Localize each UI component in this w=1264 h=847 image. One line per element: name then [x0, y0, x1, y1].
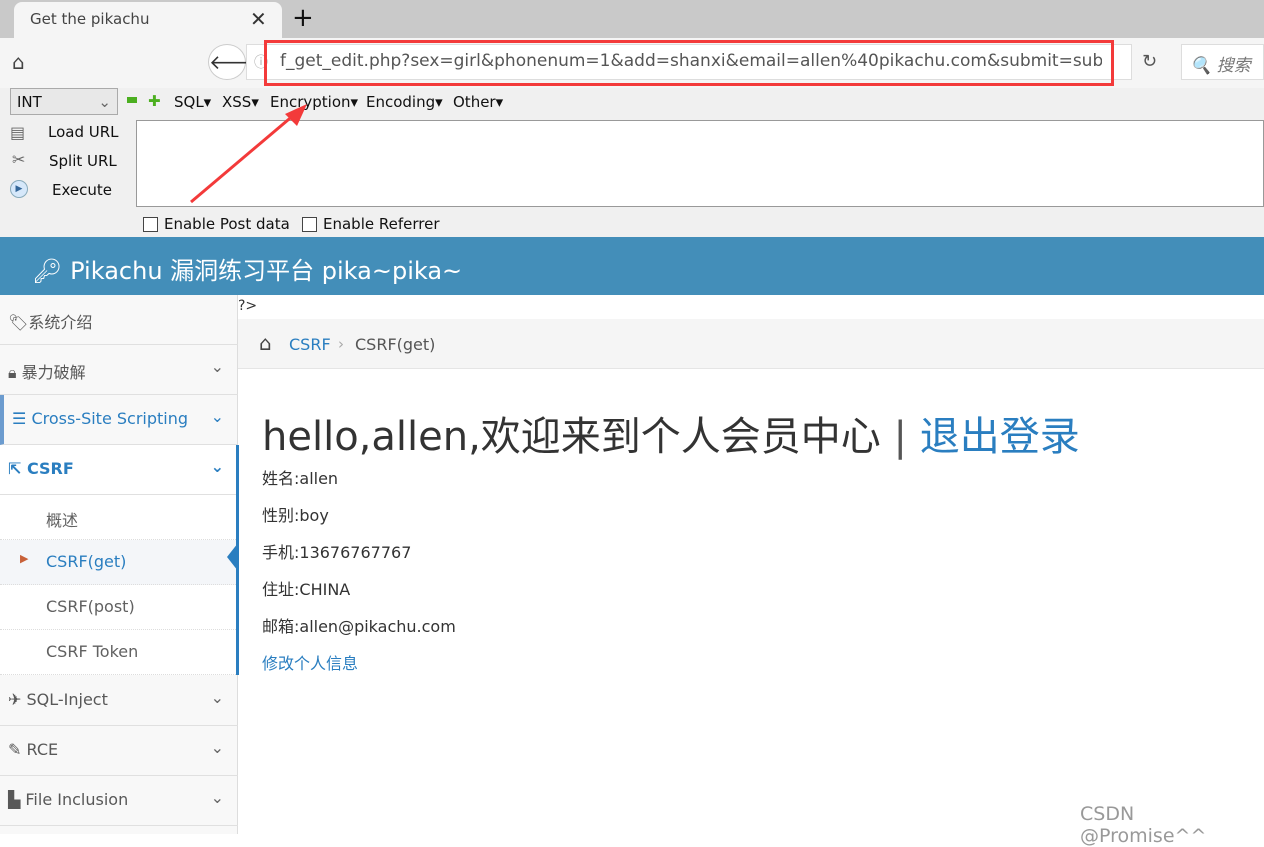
chevron-down-icon: ⌄: [210, 407, 224, 426]
breadcrumb-current: CSRF(get): [355, 335, 436, 354]
separator: |: [893, 414, 907, 460]
label: RCE: [26, 740, 59, 759]
new-tab-icon[interactable]: +: [292, 3, 314, 33]
chevron-down-icon: ⌄: [210, 788, 224, 807]
chevron-down-icon: ⌄: [210, 688, 224, 707]
enable-post-checkbox[interactable]: Enable Post data: [143, 215, 290, 233]
load-url-icon: ▤: [10, 123, 26, 142]
menu-other[interactable]: Other▾: [453, 93, 503, 111]
reload-icon[interactable]: ↻: [1142, 51, 1157, 72]
watermark: CSDN @Promise^^: [1080, 803, 1207, 847]
plane-icon: ✈: [8, 690, 27, 709]
sidebar-item-bruteforce[interactable]: 🔒︎ 暴力破解 ⌄: [0, 345, 238, 395]
sidebar-item-intro[interactable]: 🏷︎系统介绍: [0, 295, 238, 345]
type-select[interactable]: INT ⌄: [10, 88, 118, 115]
sidebar-item-csrf[interactable]: ⇱ CSRF ⌄: [0, 445, 238, 495]
post-label: Enable Post data: [164, 215, 290, 233]
label: CSRF: [26, 459, 74, 478]
sidebar-sub-csrf-get[interactable]: ▶ CSRF(get): [0, 540, 238, 585]
label: CSRF(get): [46, 552, 127, 571]
annotation-box: [264, 40, 1114, 86]
tab-title: Get the pikachu: [30, 10, 150, 28]
caret-right-icon: ▶: [20, 552, 29, 565]
field-sex: 性别:boy: [262, 506, 329, 525]
breadcrumb-csrf[interactable]: CSRF: [289, 335, 331, 354]
sidebar-sub-csrf-token[interactable]: CSRF Token: [0, 630, 238, 675]
menu-encoding[interactable]: Encoding▾: [366, 93, 443, 111]
sidebar: 🏷︎系统介绍 🔒︎ 暴力破解 ⌄ ☰ Cross-Site Scripting ⌄ …: [0, 295, 238, 834]
select-value: INT: [17, 93, 42, 111]
site-header: 🔑︎ Pikachu 漏洞练习平台 pika~pika~: [0, 237, 1264, 295]
sidebar-item-file-inclusion[interactable]: ▙ File Inclusion ⌄: [0, 776, 238, 826]
tags-icon: 🏷︎: [8, 313, 29, 332]
search-input[interactable]: 🔍 搜索: [1181, 44, 1264, 80]
home-icon[interactable]: ⌂: [259, 331, 272, 355]
field-phone: 手机:13676767767: [262, 543, 412, 562]
chevron-down-icon: ⌄: [210, 738, 224, 757]
label: Cross-Site Scripting: [31, 409, 189, 428]
scissors-icon: ✂: [12, 150, 26, 169]
site-title[interactable]: Pikachu 漏洞练习平台 pika~pika~: [70, 257, 462, 285]
pencil-icon: ✎: [8, 740, 27, 759]
checkbox[interactable]: [143, 217, 158, 232]
heading-text: hello,allen,欢迎来到个人会员中心: [262, 414, 881, 460]
label: 系统介绍: [28, 313, 93, 332]
load-url-button[interactable]: Load URL: [48, 123, 119, 141]
field-address: 住址:CHINA: [262, 580, 351, 599]
sidebar-item-sqli[interactable]: ✈ SQL-Inject ⌄: [0, 676, 238, 726]
plus-icon[interactable]: ✚: [148, 92, 161, 110]
file-icon: ▙: [8, 790, 26, 809]
key-icon: 🔑︎: [32, 257, 71, 285]
label: File Inclusion: [25, 790, 129, 809]
referrer-label: Enable Referrer: [323, 215, 440, 233]
stray-text: ?>: [238, 298, 258, 314]
home-icon[interactable]: ⌂: [12, 50, 25, 74]
logout-link[interactable]: 退出登录: [920, 414, 1080, 460]
share-icon: ⇱: [8, 459, 27, 478]
field-email: 邮箱:allen@pikachu.com: [262, 617, 456, 636]
sidebar-sub-csrf-post[interactable]: CSRF(post): [0, 585, 238, 630]
label: SQL-Inject: [26, 690, 108, 709]
close-tab-icon[interactable]: ✕: [250, 7, 267, 31]
execute-icon: ▶: [10, 180, 28, 198]
chevron-down-icon: ⌄: [210, 357, 224, 376]
browser-tab[interactable]: Get the pikachu: [14, 2, 282, 38]
chevron-down-icon: ⌄: [210, 457, 224, 476]
checkbox[interactable]: [302, 217, 317, 232]
search-placeholder: 搜索: [1216, 56, 1251, 76]
field-name: 姓名:allen: [262, 469, 339, 488]
enable-referrer-checkbox[interactable]: Enable Referrer: [302, 215, 439, 233]
execute-button[interactable]: Execute: [52, 181, 112, 199]
split-url-button[interactable]: Split URL: [49, 152, 117, 170]
lock-icon: 🔒︎: [8, 363, 22, 382]
minus-icon[interactable]: [127, 97, 137, 103]
back-button[interactable]: 🡐: [208, 44, 263, 80]
annotation-arrow: [190, 104, 307, 204]
sidebar-sub-overview[interactable]: 概述: [0, 495, 238, 540]
edit-info-link[interactable]: 修改个人信息: [262, 650, 358, 674]
active-caret: [227, 543, 238, 571]
chevron-down-icon: ⌄: [98, 93, 111, 111]
list-icon: ☰: [12, 409, 32, 428]
sidebar-item-rce[interactable]: ✎ RCE ⌄: [0, 726, 238, 776]
page-heading: hello,allen,欢迎来到个人会员中心 | 退出登录: [262, 404, 1080, 462]
label: 暴力破解: [21, 363, 86, 382]
sidebar-item-xss[interactable]: ☰ Cross-Site Scripting ⌄: [0, 395, 238, 445]
chevron-right-icon: ›: [338, 335, 344, 353]
